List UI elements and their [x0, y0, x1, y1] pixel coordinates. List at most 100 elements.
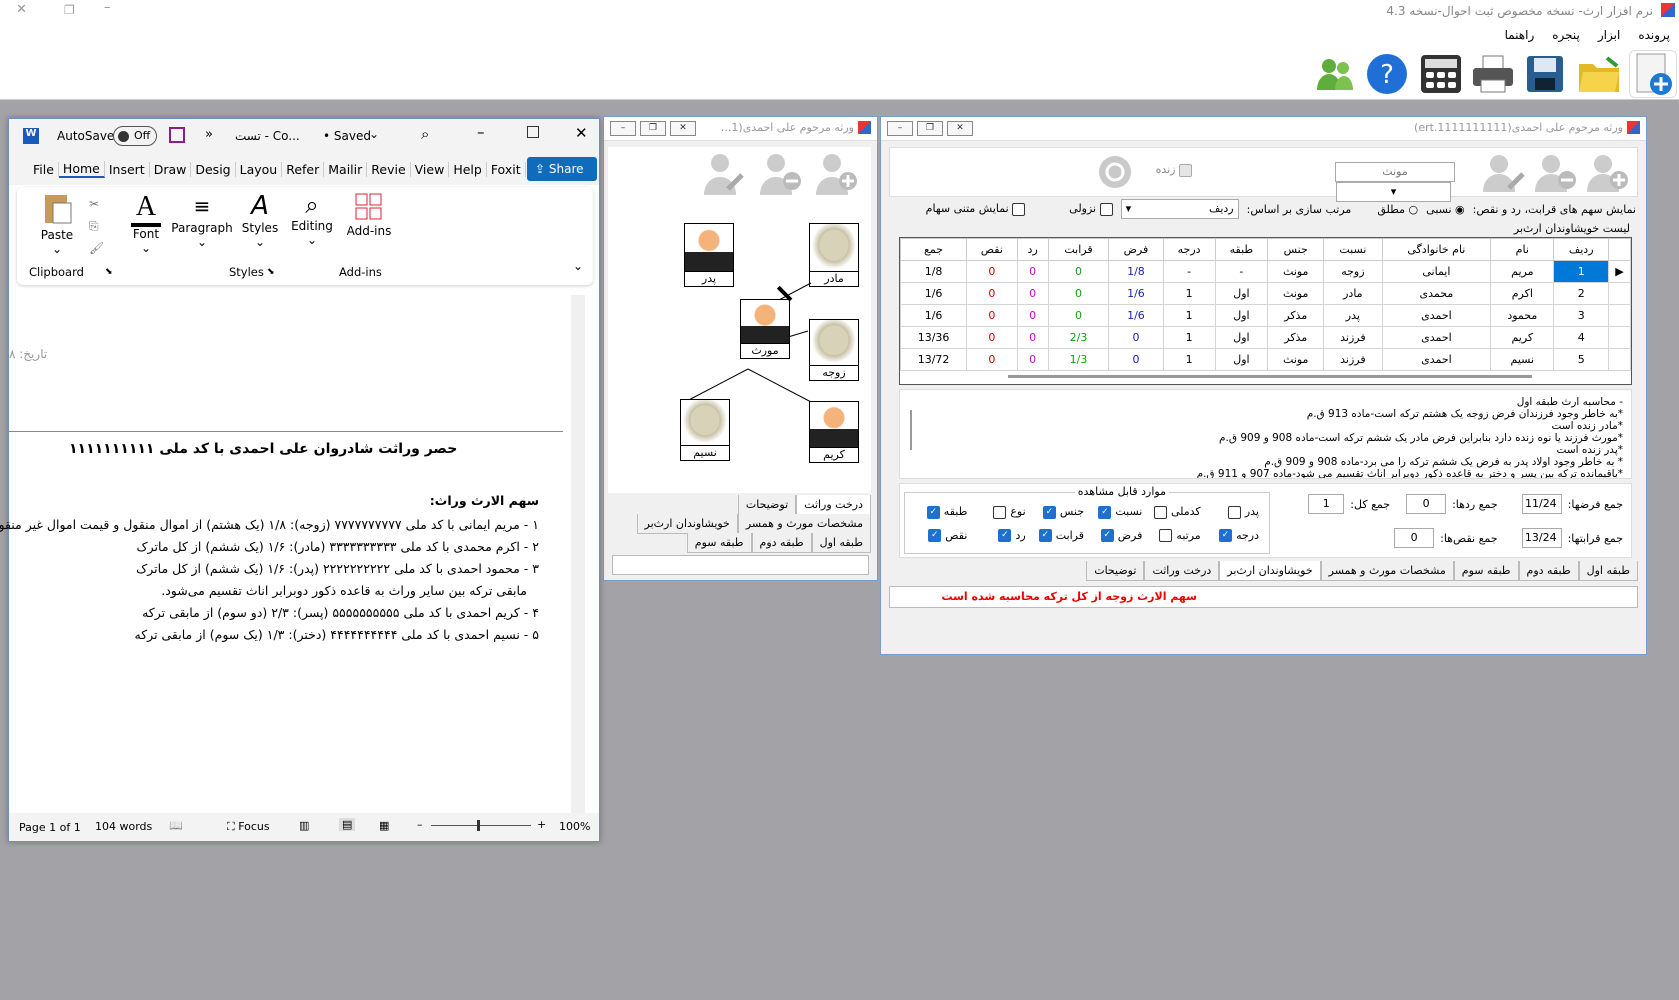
dialog-launcher-icon[interactable]: ⬊	[105, 267, 113, 277]
table-cell[interactable]: اول	[1214, 348, 1269, 371]
heirs-tab[interactable]: درخت وراثت	[1144, 561, 1220, 581]
table-row[interactable]: 3 محمود احمدی پدر مذکر اول 1 1/6 0 0 0 1/6	[899, 304, 1631, 327]
people-icon[interactable]	[1311, 50, 1359, 98]
zoom-out-icon[interactable]: –	[417, 818, 423, 831]
table-cell[interactable]: محمود	[1490, 304, 1555, 327]
paragraph-button[interactable]: ≡ Paragraph ⌄	[161, 191, 243, 249]
visible-item-checkbox[interactable]: رد✓	[971, 529, 1029, 542]
table-cell[interactable]: 1	[1162, 348, 1216, 371]
table-cell[interactable]: 0	[1047, 304, 1110, 327]
calculator-icon[interactable]	[1417, 50, 1465, 98]
table-cell[interactable]: 13/72	[899, 348, 968, 371]
menu-window[interactable]: پنجره	[1543, 22, 1589, 48]
column-header[interactable]: نام	[1490, 238, 1555, 261]
visible-item-checkbox[interactable]: طبقه✓	[913, 505, 971, 519]
table-cell[interactable]: اول	[1214, 282, 1269, 305]
word-tab[interactable]: Foxit	[487, 161, 526, 177]
share-button[interactable]: ⇪ Share ⌄	[527, 157, 597, 190]
remove-person-icon[interactable]	[1531, 152, 1579, 192]
heirs-tab[interactable]: طبقه دوم	[1518, 561, 1579, 581]
tree-node-son[interactable]: کریم	[809, 401, 859, 463]
zoom-level[interactable]: 100%	[559, 820, 590, 833]
add-person-icon[interactable]	[1583, 152, 1631, 192]
column-header[interactable]: نسبت	[1323, 238, 1383, 261]
heirs-tab[interactable]: مشخصات مورث و همسر	[1320, 561, 1454, 581]
table-cell[interactable]: احمدی	[1381, 304, 1492, 327]
visible-item-checkbox[interactable]: نقص✓	[913, 529, 971, 542]
close-icon[interactable]: ✕	[16, 2, 27, 17]
styles-button[interactable]: A Styles ⌄	[235, 191, 285, 249]
tree-node-wife[interactable]: زوجه	[809, 319, 859, 381]
autosave-toggle[interactable]: Off	[113, 126, 157, 146]
table-cell[interactable]: احمدی	[1381, 326, 1492, 349]
table-cell[interactable]: مادر	[1323, 282, 1383, 305]
table-cell[interactable]: 1/8	[1108, 260, 1164, 283]
gender-select[interactable]: مونث ▾	[1215, 162, 1455, 202]
search-icon[interactable]: ⌕	[421, 125, 429, 143]
zoom-slider[interactable]	[431, 820, 531, 831]
alive-checkbox[interactable]: زنده	[1156, 163, 1192, 177]
word-tab[interactable]: Refer	[282, 161, 325, 177]
menu-file[interactable]: پرونده	[1629, 22, 1679, 48]
notes-scrollbar[interactable]	[910, 410, 912, 450]
table-cell[interactable]: مونث	[1267, 348, 1325, 371]
table-cell[interactable]: پدر	[1323, 304, 1383, 327]
table-cell[interactable]: مریم	[1490, 260, 1555, 283]
heirs-tab[interactable]: طبقه سوم	[1453, 561, 1519, 581]
text-shares-checkbox[interactable]: نمایش متنی سهام	[926, 202, 1026, 216]
restore-icon[interactable]: ❐	[64, 3, 75, 17]
word-tab[interactable]: Home	[58, 160, 105, 178]
table-cell[interactable]: 0	[1047, 260, 1110, 283]
zoom-in-icon[interactable]: +	[537, 818, 546, 831]
word-tab[interactable]: Insert	[105, 161, 150, 177]
print-icon[interactable]	[1469, 50, 1517, 98]
page-count[interactable]: Page 1 of 1	[19, 821, 81, 834]
table-row[interactable]: 2 اکرم محمدی مادر مونث اول 1 1/6 0 0 0 1/6	[899, 282, 1631, 305]
table-cell[interactable]: مذکر	[1267, 326, 1325, 349]
more-commands-icon[interactable]: »	[205, 127, 213, 142]
editing-button[interactable]: ⌕ Editing ⌄	[283, 191, 341, 247]
focus-button[interactable]: ⛶ Focus	[227, 820, 270, 834]
table-cell[interactable]: 0	[966, 348, 1018, 371]
word-tab[interactable]: Revie	[367, 161, 411, 177]
help-icon[interactable]: ?	[1363, 50, 1411, 98]
table-cell[interactable]: 13/36	[899, 326, 968, 349]
visible-item-checkbox[interactable]: نسبت✓	[1088, 505, 1146, 519]
word-tab[interactable]: View	[411, 161, 450, 177]
save-icon[interactable]	[1521, 50, 1569, 98]
visible-item-checkbox[interactable]: پدر	[1205, 505, 1263, 519]
edit-person-icon[interactable]	[698, 149, 748, 195]
column-header[interactable]: رد	[1016, 238, 1049, 261]
cut-icon[interactable]: ✂	[89, 193, 104, 215]
table-cell[interactable]: اکرم	[1490, 282, 1555, 305]
restore-button[interactable]: ❐	[640, 121, 666, 136]
paste-button[interactable]: Paste ⌄	[27, 191, 87, 256]
tab-inheritance-tree[interactable]: درخت وراثت	[796, 495, 871, 515]
table-cell[interactable]: کریم	[1490, 326, 1555, 349]
table-cell[interactable]: 0	[966, 326, 1018, 349]
word-tab[interactable]: Draw	[150, 161, 192, 177]
table-cell[interactable]: ایمانی	[1381, 260, 1492, 283]
minimize-button[interactable]: –	[610, 121, 636, 136]
table-row[interactable]: 4 کریم احمدی فرزند مذکر اول 1 0 2/3 0 0 13/36	[899, 326, 1631, 349]
tree-node-deceased[interactable]: مورث	[740, 285, 793, 359]
table-cell[interactable]: -	[1162, 260, 1216, 283]
table-cell[interactable]: 1/8	[899, 260, 968, 283]
minimize-icon[interactable]: –	[104, 0, 111, 15]
table-cell[interactable]: مذکر	[1267, 304, 1325, 327]
row-indicator[interactable]	[1608, 304, 1631, 327]
table-cell[interactable]: 0	[1016, 260, 1049, 283]
dialog-launcher-icon[interactable]: ⬊	[267, 267, 275, 277]
table-cell[interactable]: 1/6	[899, 304, 968, 327]
word-tab[interactable]: Help	[449, 161, 487, 177]
word-tab[interactable]: File	[29, 161, 59, 177]
print-layout-icon[interactable]: ▤	[339, 818, 356, 831]
table-cell[interactable]: 0	[966, 282, 1018, 305]
open-folder-icon[interactable]	[1575, 50, 1623, 98]
table-cell[interactable]: زوجه	[1323, 260, 1383, 283]
table-cell[interactable]: 1/6	[899, 282, 968, 305]
heirs-tab[interactable]: خویشاوندان ارث‌بر	[1219, 561, 1321, 581]
row-indicator[interactable]	[1608, 282, 1631, 305]
visible-item-checkbox[interactable]: مرتبه	[1146, 529, 1204, 542]
relative-radio[interactable]: ◉ نسبی	[1426, 203, 1464, 216]
